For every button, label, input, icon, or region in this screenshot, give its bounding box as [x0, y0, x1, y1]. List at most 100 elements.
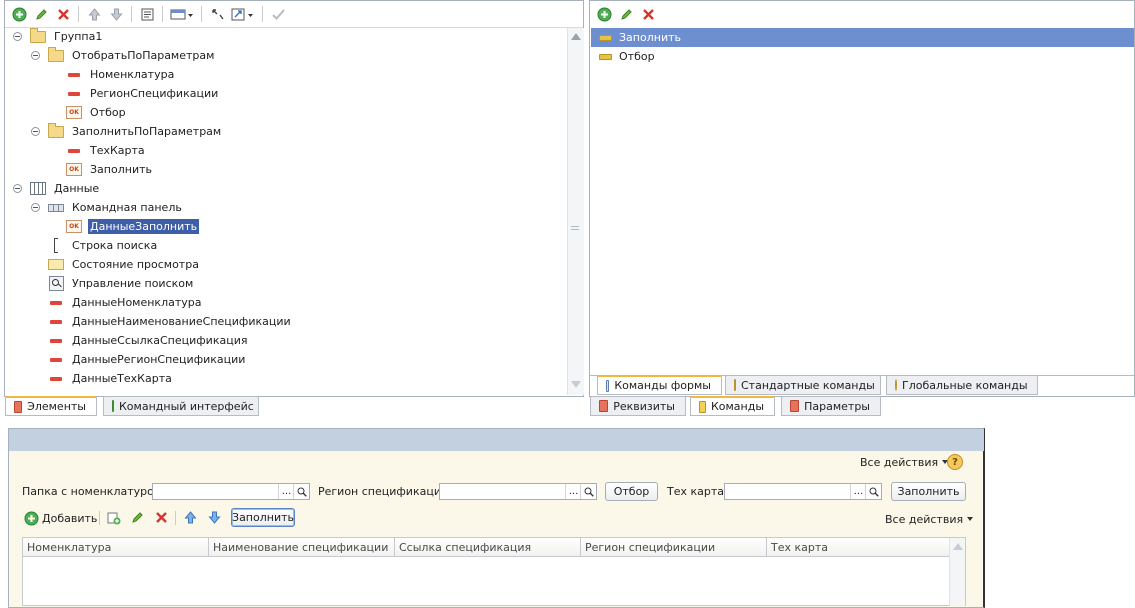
- folder-search-icon[interactable]: [293, 484, 309, 499]
- collapse-toggle-icon[interactable]: [31, 127, 40, 136]
- tree-item[interactable]: РегионСпецификации: [66, 84, 220, 103]
- filter-button[interactable]: Отбор: [605, 482, 658, 501]
- command-icon: [599, 34, 612, 41]
- elements-scrollbar[interactable]: [567, 28, 584, 395]
- folder-icon: [48, 46, 64, 63]
- scroll-up-arrow[interactable]: [571, 33, 581, 40]
- tree-item-label: ЗаполнитьПоПараметрам: [72, 125, 222, 138]
- tab-item[interactable]: Командный интерфейс: [103, 396, 259, 416]
- region-input[interactable]: ...: [439, 483, 597, 500]
- tree-item[interactable]: ЗаполнитьПоПараметрам: [31, 122, 223, 141]
- tree-item[interactable]: ТехКарта: [66, 141, 147, 160]
- delete-command-icon[interactable]: [638, 4, 658, 24]
- tree-item-label: Номенклатура: [90, 68, 175, 81]
- tab-item[interactable]: Команды формы: [597, 375, 722, 395]
- tree-item[interactable]: Данные: [13, 179, 101, 198]
- tab-label: Элементы: [27, 400, 86, 413]
- grid-fill-button[interactable]: Заполнить: [231, 508, 295, 527]
- commands-toolbar: [590, 1, 1134, 27]
- toolbar-separator: [78, 6, 79, 22]
- techcard-input[interactable]: ...: [724, 483, 882, 500]
- tree-item[interactable]: Командная панель: [31, 198, 184, 217]
- commands-tab-icon: [699, 400, 706, 413]
- tab-item[interactable]: Стандартные команды: [725, 375, 881, 395]
- properties-icon[interactable]: [137, 4, 157, 24]
- add-command-icon[interactable]: [594, 4, 614, 24]
- command-item[interactable]: Отбор: [591, 47, 1134, 66]
- command-bar-icon: [48, 201, 64, 215]
- add-row-button[interactable]: Добавить: [24, 509, 97, 527]
- collapse-toggle-icon[interactable]: [31, 203, 40, 212]
- resize-icon[interactable]: [229, 4, 257, 24]
- delete-icon[interactable]: [53, 4, 73, 24]
- add-icon[interactable]: [9, 4, 29, 24]
- techcard-search-icon[interactable]: [865, 484, 881, 499]
- tree-item[interactable]: Состояние просмотра: [48, 255, 201, 274]
- collapse-toggle-icon[interactable]: [13, 32, 22, 41]
- edit-icon[interactable]: [31, 4, 51, 24]
- grid-column-header[interactable]: Тех карта: [767, 538, 950, 556]
- tree-item[interactable]: ДанныеСсылкаСпецификация: [48, 331, 249, 350]
- tree-item[interactable]: Группа1: [13, 27, 104, 46]
- region-search-icon[interactable]: [580, 484, 596, 499]
- tree-item-label: ДанныеРегионСпецификации: [72, 353, 246, 366]
- elements-tree: Группа1 ОтобратьПоПараметрам Номенклатура Р…: [5, 27, 567, 395]
- region-select-button[interactable]: ...: [565, 484, 581, 499]
- tree-item[interactable]: Строка поиска: [48, 236, 159, 255]
- tree-item[interactable]: ДанныеРегионСпецификации: [48, 350, 247, 369]
- tree-item[interactable]: OK ДанныеЗаполнить: [66, 217, 200, 236]
- tree-item[interactable]: ОтобратьПоПараметрам: [31, 46, 216, 65]
- grid-header: Номенклатура Наименование спецификации Ссы…: [22, 537, 966, 557]
- grid-scrollbar[interactable]: [949, 538, 965, 606]
- check-icon[interactable]: [268, 4, 288, 24]
- fill-button[interactable]: Заполнить: [891, 482, 966, 501]
- tree-item[interactable]: Управление поиском: [48, 274, 195, 293]
- toolbar-separator: [201, 6, 202, 22]
- command-item-label: Заполнить: [619, 31, 681, 44]
- all-actions-top[interactable]: Все действия: [860, 454, 949, 470]
- elements-toolbar: [5, 1, 583, 27]
- tree-item[interactable]: Номенклатура: [66, 65, 176, 84]
- scroll-down-arrow[interactable]: [571, 381, 581, 388]
- tree-item-label: Заполнить: [90, 163, 152, 176]
- grid-column-header[interactable]: Регион спецификации: [581, 538, 767, 556]
- grid-column-header[interactable]: Ссылка спецификация: [395, 538, 581, 556]
- move-down-icon[interactable]: [106, 4, 126, 24]
- collapse-toggle-icon[interactable]: [31, 51, 40, 60]
- edit-row-icon[interactable]: [130, 510, 145, 528]
- folder-select-button[interactable]: ...: [278, 484, 294, 499]
- move-row-down-icon[interactable]: [207, 510, 222, 528]
- collapse-toggle-icon[interactable]: [13, 184, 22, 193]
- tab-item[interactable]: Параметры: [781, 396, 881, 416]
- help-icon[interactable]: ?: [947, 454, 963, 470]
- edit-command-icon[interactable]: [616, 4, 636, 24]
- tree-item[interactable]: OK Отбор: [66, 103, 128, 122]
- move-row-up-icon[interactable]: [183, 510, 198, 528]
- tab-item[interactable]: Глобальные команды: [886, 375, 1038, 395]
- all-actions-top-label: Все действия: [860, 455, 939, 469]
- grid-column-header[interactable]: Наименование спецификации: [209, 538, 395, 556]
- tree-item[interactable]: ДанныеНоменклатура: [48, 293, 204, 312]
- all-actions-grid[interactable]: Все действия: [885, 511, 974, 527]
- field-icon: [48, 353, 64, 367]
- copy-row-icon[interactable]: [106, 510, 121, 528]
- tree-item[interactable]: OK Заполнить: [66, 160, 154, 179]
- grid-column-header[interactable]: Номенклатура: [23, 538, 209, 556]
- tab-item[interactable]: Элементы: [5, 396, 97, 416]
- swap-icon[interactable]: [207, 4, 227, 24]
- commands-panel: Заполнить Отбор Команды формы Стандартные …: [589, 0, 1135, 397]
- grid-scroll-up-arrow[interactable]: [953, 543, 963, 550]
- tree-item[interactable]: ДанныеТехКарта: [48, 369, 174, 388]
- delete-row-icon[interactable]: [154, 510, 169, 528]
- scroll-thumb[interactable]: [571, 226, 579, 230]
- techcard-select-button[interactable]: ...: [850, 484, 866, 499]
- folder-input[interactable]: ...: [152, 483, 310, 500]
- tab-item[interactable]: Реквизиты: [590, 396, 686, 416]
- move-up-icon[interactable]: [84, 4, 104, 24]
- tree-item-label: Командная панель: [72, 201, 182, 214]
- command-item[interactable]: Заполнить: [591, 28, 1134, 47]
- tab-item[interactable]: Команды: [690, 396, 775, 416]
- tree-item[interactable]: ДанныеНаименованиеСпецификации: [48, 312, 293, 331]
- form-view-icon[interactable]: [168, 4, 196, 24]
- standard-commands-tab-icon: [734, 379, 736, 391]
